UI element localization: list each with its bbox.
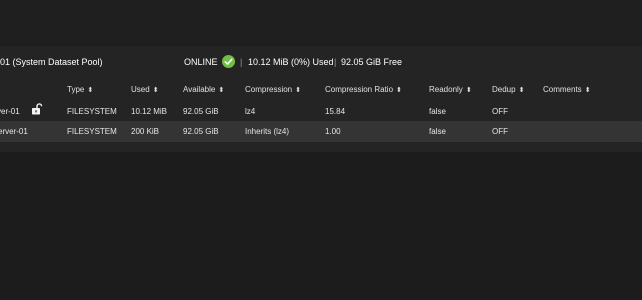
column-label: Dedup <box>492 85 516 94</box>
type-cell: FILESYSTEM <box>67 107 117 116</box>
column-header-type[interactable]: Type ⬍ <box>67 85 93 94</box>
column-header-compression[interactable]: Compression ⬍ <box>245 85 301 94</box>
pool-status: ONLINE <box>184 57 218 67</box>
readonly-cell: false <box>429 107 446 116</box>
check-circle-icon <box>222 55 235 68</box>
column-header-used[interactable]: Used ⬍ <box>131 85 159 94</box>
sort-icon[interactable]: ⬍ <box>87 86 93 94</box>
column-header-available[interactable]: Available ⬍ <box>183 85 224 94</box>
column-label: Compression <box>245 85 293 94</box>
available-cell: 92.05 GiB <box>183 127 219 136</box>
type-cell: FILESYSTEM <box>67 127 117 136</box>
sort-icon[interactable]: ⬍ <box>396 86 402 94</box>
sort-icon[interactable]: ⬍ <box>218 86 224 94</box>
readonly-cell: false <box>429 127 446 136</box>
compression-cell: Inherits (lz4) <box>245 127 290 136</box>
separator: | <box>240 57 243 67</box>
pool-header: 01 (System Dataset Pool) ONLINE | 10.12 … <box>0 46 642 76</box>
table-row[interactable]: ver-01 FILESYSTEM 10.12 MiB 92.05 GiB lz… <box>0 101 642 121</box>
pool-name: 01 (System Dataset Pool) <box>0 57 103 67</box>
sort-icon[interactable]: ⬍ <box>295 86 301 94</box>
pool-used: 10.12 MiB (0%) Used <box>248 57 334 67</box>
table-row[interactable]: erver-01 FILESYSTEM 200 KiB 92.05 GiB In… <box>0 121 642 142</box>
column-header-readonly[interactable]: Readonly ⬍ <box>429 85 472 94</box>
dataset-name: ver-01 <box>0 107 20 116</box>
dedup-cell: OFF <box>492 127 508 136</box>
separator: | <box>334 57 337 67</box>
sort-icon[interactable]: ⬍ <box>466 86 472 94</box>
lock-open-icon[interactable] <box>31 103 43 115</box>
used-cell: 10.12 MiB <box>131 107 168 116</box>
sort-icon[interactable]: ⬍ <box>519 86 525 94</box>
pool-free: 92.05 GiB Free <box>341 57 403 67</box>
column-header-dedup[interactable]: Dedup ⬍ <box>492 85 524 94</box>
used-cell: 200 KiB <box>131 127 160 136</box>
column-label: Available <box>183 85 216 94</box>
dedup-cell: OFF <box>492 107 508 116</box>
column-label: Compression Ratio <box>325 85 394 94</box>
available-cell: 92.05 GiB <box>183 107 219 116</box>
compression-ratio-cell: 1.00 <box>325 127 341 136</box>
sort-icon[interactable]: ⬍ <box>153 86 159 94</box>
sort-icon[interactable]: ⬍ <box>585 86 591 94</box>
column-label: Used <box>131 85 150 94</box>
column-label: Type <box>67 85 85 94</box>
column-header-compression-ratio[interactable]: Compression Ratio ⬍ <box>325 85 402 94</box>
compression-cell: lz4 <box>245 107 256 116</box>
column-label: Comments <box>543 85 582 94</box>
column-header-comments[interactable]: Comments ⬍ <box>543 85 591 94</box>
top-bar <box>0 0 642 45</box>
column-label: Readonly <box>429 85 463 94</box>
compression-ratio-cell: 15.84 <box>325 107 346 116</box>
dataset-name: erver-01 <box>0 127 28 136</box>
